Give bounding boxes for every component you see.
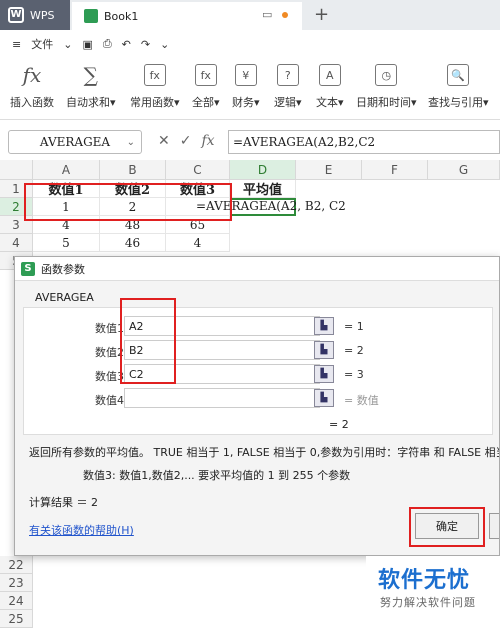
wps-s-logo-icon: S: [21, 261, 35, 276]
column-header-e[interactable]: E: [296, 160, 362, 180]
function-arguments-dialog: S 函数参数 AVERAGEA 数值1 A2 ▙ = 1 数值2 B2 ▙ = …: [14, 256, 500, 556]
formula-result: = 2: [329, 418, 349, 431]
fx-icon: fx: [22, 63, 42, 87]
print-icon[interactable]: ⎙: [103, 37, 112, 51]
spreadsheet-icon: [84, 9, 98, 23]
question-icon: ?: [276, 64, 299, 86]
common-functions-button[interactable]: fx 常用函数▾: [130, 64, 180, 110]
arg-result-1: = 1: [344, 320, 364, 333]
fx-icon[interactable]: fx: [201, 133, 214, 149]
date-time-button[interactable]: ◷ 日期和时间▾: [356, 64, 417, 110]
function-name: AVERAGEA: [35, 291, 94, 304]
cell-c4[interactable]: 4: [166, 234, 230, 252]
formula-input[interactable]: =AVERAGEA(A2,B2,C2: [228, 130, 500, 154]
watermark-subtitle: 努力解决软件问题: [380, 596, 476, 609]
insert-function-button[interactable]: fx 插入函数: [10, 63, 54, 110]
formula-ribbon: fx 插入函数 ∑ 自动求和▾ fx 常用函数▾ fx 全部▾ ¥ 财务▾ ? …: [0, 58, 500, 120]
wps-tab-label: WPS: [30, 8, 55, 22]
arg-input-4[interactable]: [124, 388, 320, 408]
arg-result-3: = 3: [344, 368, 364, 381]
arguments-panel: 数值1 A2 ▙ = 1 数值2 B2 ▙ = 2 数值3 C2 ▙ = 3 数…: [23, 298, 493, 435]
tab-controls: ▭: [262, 8, 289, 21]
yen-icon: ¥: [234, 64, 257, 86]
arg-label-4: 数值4: [95, 394, 124, 407]
redo-icon[interactable]: ↷: [141, 38, 150, 51]
collapse-dialog-icon[interactable]: ▙: [314, 317, 334, 335]
formula-bar: AVERAGEA ⌄ ✕ ✓ fx =AVERAGEA(A2,B2,C2: [0, 128, 500, 156]
row-header[interactable]: 22: [0, 556, 33, 574]
chevron-down-icon: ⌄: [126, 136, 135, 148]
dialog-title-bar[interactable]: S 函数参数: [15, 257, 499, 281]
function-help-link[interactable]: 有关该函数的帮助(H): [29, 522, 134, 538]
wps-app-tab[interactable]: W WPS: [0, 0, 70, 30]
save-icon[interactable]: ▣: [82, 38, 92, 51]
lookup-reference-button[interactable]: 🔍 查找与引用▾: [428, 64, 489, 110]
column-header-a[interactable]: A: [33, 160, 100, 180]
fx-star-icon: fx: [143, 64, 166, 86]
arg-label-2: 数值2: [95, 346, 124, 359]
column-header-b[interactable]: B: [100, 160, 166, 180]
highlight-box: [24, 183, 232, 221]
undo-icon[interactable]: ↶: [122, 38, 131, 51]
column-header-g[interactable]: G: [428, 160, 500, 180]
all-functions-button[interactable]: fx 全部▾: [192, 64, 220, 110]
name-box[interactable]: AVERAGEA ⌄: [8, 130, 142, 154]
arg-result-4: = 数值: [344, 394, 379, 407]
highlight-box: [120, 298, 176, 384]
row-header[interactable]: 23: [0, 574, 33, 592]
row-header[interactable]: 4: [0, 234, 33, 252]
row-header[interactable]: 24: [0, 592, 33, 610]
function-description: 返回所有参数的平均值。 TRUE 相当于 1, FALSE 相当于 0,参数为引…: [29, 446, 499, 459]
arg-result-2: = 2: [344, 344, 364, 357]
arg-label-3: 数值3: [95, 370, 124, 383]
chevron-down-icon[interactable]: ⌄: [63, 38, 72, 51]
column-header-c[interactable]: C: [166, 160, 230, 180]
column-header-f[interactable]: F: [362, 160, 428, 180]
file-menu[interactable]: 文件: [31, 36, 53, 52]
arg-label-1: 数值1: [95, 322, 124, 335]
collapse-dialog-icon[interactable]: ▙: [314, 389, 334, 407]
text-button[interactable]: A 文本▾: [316, 64, 344, 110]
dialog-title: 函数参数: [41, 262, 85, 276]
text-a-icon: A: [318, 64, 341, 86]
monitor-icon[interactable]: ▭: [262, 8, 272, 21]
logic-button[interactable]: ? 逻辑▾: [274, 64, 302, 110]
wps-logo-icon: W: [8, 7, 24, 23]
formula-actions: ✕ ✓ fx: [158, 133, 215, 149]
watermark-title: 软件无忧: [378, 568, 471, 593]
highlight-box: [409, 507, 485, 547]
cancel-button[interactable]: [489, 513, 499, 539]
new-tab-button[interactable]: +: [314, 4, 329, 25]
column-header-d[interactable]: D: [230, 160, 296, 180]
finance-button[interactable]: ¥ 财务▾: [232, 64, 260, 110]
row-header[interactable]: 25: [0, 610, 33, 628]
autosum-button[interactable]: ∑ 自动求和▾: [66, 63, 116, 110]
fx-box-icon: fx: [194, 64, 217, 86]
corner-select-all[interactable]: [0, 160, 33, 180]
hamburger-icon[interactable]: ≡: [12, 38, 21, 51]
collapse-dialog-icon[interactable]: ▙: [314, 365, 334, 383]
unsaved-dot-icon: [282, 12, 289, 18]
collapse-dialog-icon[interactable]: ▙: [314, 341, 334, 359]
magnifier-icon: 🔍: [447, 64, 470, 86]
calc-result: 计算结果 ＝ 2: [29, 496, 98, 509]
cell-b4[interactable]: 46: [100, 234, 166, 252]
watermark: 软件无忧 努力解决软件问题: [366, 556, 500, 620]
document-tab-label: Book1: [104, 9, 139, 23]
sum-icon: ∑: [83, 63, 98, 87]
cancel-icon[interactable]: ✕: [158, 133, 170, 149]
menu-row: ≡ 文件 ⌄ ▣ ⎙ ↶ ↷ ⌄: [0, 30, 500, 58]
clock-icon: ◷: [375, 64, 398, 86]
cell-d1[interactable]: 平均值: [230, 180, 296, 198]
more-icon[interactable]: ⌄: [160, 38, 169, 51]
argument-description: 数值3: 数值1,数值2,... 要求平均值的 1 到 255 个参数: [83, 469, 351, 482]
cell-a4[interactable]: 5: [33, 234, 100, 252]
confirm-icon[interactable]: ✓: [180, 133, 192, 149]
